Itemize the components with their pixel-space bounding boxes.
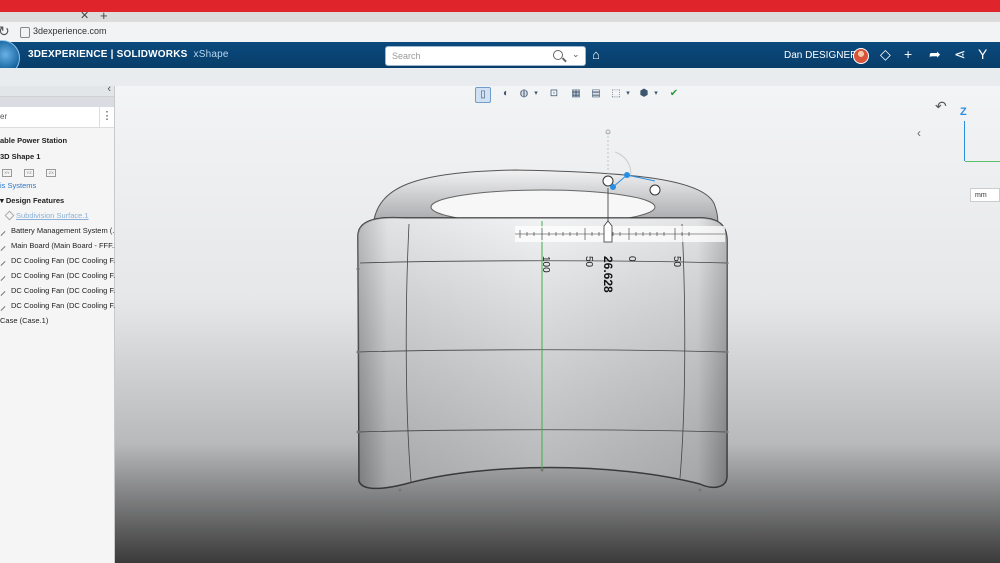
url-text[interactable]: 3dexperience.com	[33, 26, 107, 36]
more-options-icon[interactable]: ⋮	[99, 107, 114, 127]
browser-address-bar[interactable]: ↻ 3dexperience.com	[0, 22, 1000, 43]
plane-icons: XY YZ ZX	[2, 166, 66, 177]
app-name: xShape	[193, 49, 229, 60]
chevron-down-icon[interactable]: ⌄	[572, 49, 580, 60]
new-tab-icon[interactable]: +	[100, 8, 108, 23]
lock-icon	[20, 27, 30, 38]
part-icon	[0, 291, 6, 296]
tree-item-bms[interactable]: Battery Management System (...	[0, 226, 119, 236]
scale-label-50-right: 50	[671, 256, 682, 268]
search-placeholder: Search	[392, 51, 421, 61]
tree-item-fan-3[interactable]: DC Cooling Fan (DC Cooling F...	[0, 286, 120, 296]
part-icon	[0, 261, 6, 266]
bms-label: Battery Management System (...	[11, 226, 119, 235]
fan-label: DC Cooling Fan (DC Cooling F...	[11, 301, 120, 310]
scale-label-100: 100	[540, 256, 551, 273]
panel-subheader	[0, 97, 114, 107]
part-icon	[0, 276, 6, 281]
rotate-view-icon[interactable]: ↶	[935, 98, 947, 115]
xy-plane-icon[interactable]: XY	[2, 169, 12, 177]
collapse-panel-icon[interactable]: ‹	[107, 83, 111, 95]
part-icon	[0, 306, 6, 311]
user-name[interactable]: Dan DESIGNER	[784, 50, 857, 61]
z-axis-line	[964, 121, 965, 161]
unit-selector[interactable]: mm	[970, 188, 1000, 202]
tree-item-design-features[interactable]: ▾ Design Features	[0, 196, 64, 205]
tree-item-root[interactable]: able Power Station	[0, 136, 67, 145]
subdivision-label: Subdivision Surface.1	[16, 211, 89, 220]
avatar[interactable]	[853, 48, 869, 64]
y-axis-line	[965, 161, 1000, 162]
filter-text: er	[0, 112, 8, 121]
add-icon[interactable]: +	[904, 46, 912, 62]
tag-icon[interactable]: ⌂	[592, 47, 600, 62]
tree-item-axis-systems[interactable]: is Systems	[0, 181, 36, 190]
tree-item-main-board[interactable]: Main Board (Main Board - FFF.1)	[0, 241, 121, 251]
yz-plane-icon[interactable]: YZ	[24, 169, 35, 177]
scale-label-0: 0	[626, 256, 637, 262]
fan-label: DC Cooling Fan (DC Cooling F...	[11, 271, 120, 280]
panel-header: ‹	[0, 83, 114, 97]
browser-tab-strip: ✕ +	[0, 8, 1000, 23]
compass-menu-icon[interactable]: Y	[978, 46, 987, 62]
z-axis-label: Z	[960, 106, 967, 118]
search-field[interactable]: Search ⌄	[385, 46, 586, 66]
main-board-label: Main Board (Main Board - FFF.1)	[11, 241, 121, 250]
app-top-bar: 3DEXPERIENCE | SOLIDWORKS xShape Search ⌄…	[0, 40, 1000, 76]
scale-label-50-left: 50	[583, 256, 594, 268]
tree-item-fan-4[interactable]: DC Cooling Fan (DC Cooling F...	[0, 301, 120, 311]
search-icon[interactable]	[553, 50, 563, 60]
app-brand: 3DEXPERIENCE | SOLIDWORKS xShape	[28, 49, 229, 60]
tree-item-fan-2[interactable]: DC Cooling Fan (DC Cooling F...	[0, 271, 120, 281]
design-features-label: Design Features	[5, 196, 65, 205]
share-tag-icon[interactable]: ◇	[880, 46, 891, 63]
tree-item-case[interactable]: Case (Case.1)	[0, 316, 48, 325]
browser-top-bar	[0, 0, 1000, 12]
subdivision-icon	[4, 210, 15, 221]
fan-label: DC Cooling Fan (DC Cooling F...	[11, 256, 120, 265]
ribbon-bar	[0, 68, 1000, 87]
network-icon[interactable]: ⋖	[954, 46, 966, 63]
close-tab-icon[interactable]: ✕	[80, 9, 89, 22]
3d-viewport[interactable]: ▯ ◐ ◍ ▾ ⊡ ▦ ▤ ⬚ ▾ ⬢ ▾ ✔ 100 50 0 50 26.6…	[115, 86, 1000, 563]
tree-item-fan-1[interactable]: DC Cooling Fan (DC Cooling F...	[0, 256, 120, 266]
dimension-value[interactable]: 26.628	[601, 256, 615, 293]
tree-item-subdivision-surface[interactable]: Subdivision Surface.1	[4, 210, 89, 221]
fan-label: DC Cooling Fan (DC Cooling F...	[11, 286, 120, 295]
reload-icon[interactable]: ↻	[0, 23, 10, 40]
forward-icon[interactable]: ➦	[929, 46, 941, 63]
tree-item-3d-shape[interactable]: 3D Shape 1	[0, 152, 40, 161]
tree-filter[interactable]: er ⋮	[0, 107, 114, 128]
model-canvas[interactable]	[115, 86, 1000, 563]
part-icon	[0, 231, 6, 236]
feature-tree-panel: ‹ er ⋮ able Power Station 3D Shape 1 XY …	[0, 83, 121, 563]
brand-name: 3DEXPERIENCE | SOLIDWORKS	[28, 49, 188, 60]
zx-plane-icon[interactable]: ZX	[46, 169, 57, 177]
chevron-left-icon[interactable]: ‹	[917, 126, 921, 140]
part-icon	[0, 246, 6, 251]
